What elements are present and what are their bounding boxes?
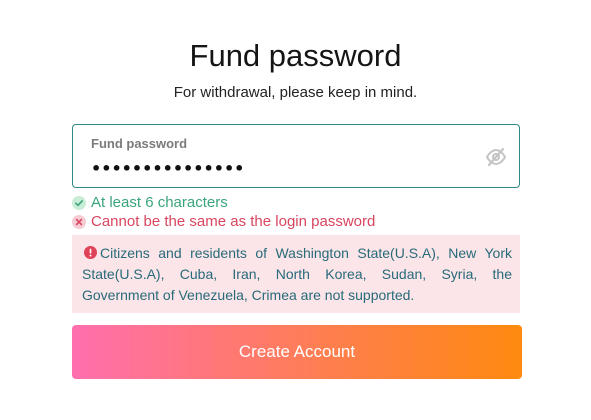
rule-min-length: At least 6 characters — [72, 194, 228, 211]
rule-not-login-password: Cannot be the same as the login password — [72, 213, 375, 230]
page-title: Fund password — [189, 38, 402, 73]
rule-min-length-text: At least 6 characters — [91, 194, 228, 211]
page-subtitle: For withdrawal, please keep in mind. — [173, 84, 418, 101]
eye-off-icon[interactable] — [485, 147, 507, 167]
fund-password-label: Fund password — [91, 136, 188, 151]
fund-password-page: Fund password For withdrawal, please kee… — [0, 0, 591, 420]
fund-password-input[interactable] — [91, 159, 471, 178]
fund-password-field[interactable]: Fund password — [72, 124, 520, 188]
create-account-button[interactable]: Create Account — [72, 325, 522, 379]
x-circle-icon — [72, 214, 86, 229]
check-circle-icon — [72, 195, 86, 210]
rule-not-login-password-text: Cannot be the same as the login password — [91, 213, 376, 230]
restriction-notice-text: Citizens and residents of Washington Sta… — [82, 245, 512, 303]
alert-circle-icon — [84, 244, 97, 259]
restriction-notice: Citizens and residents of Washington Sta… — [72, 235, 520, 313]
